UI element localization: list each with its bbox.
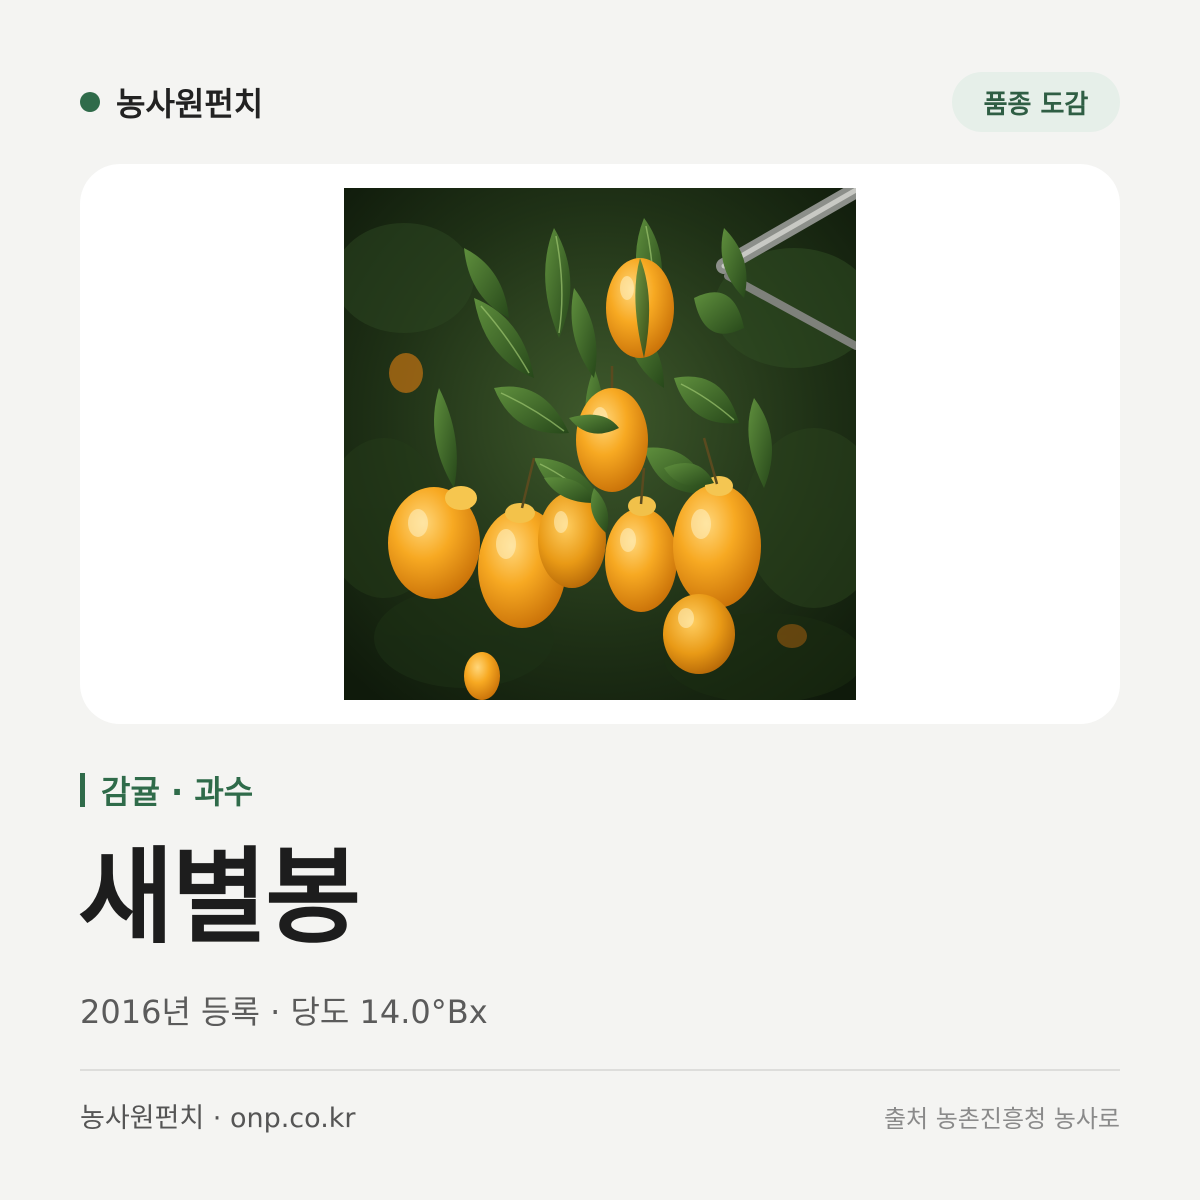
category-accent-bar xyxy=(80,773,85,807)
category-tag-pill[interactable]: 품종 도감 xyxy=(952,72,1120,132)
brand-dot-icon xyxy=(80,92,100,112)
footer-divider xyxy=(80,1069,1120,1071)
footer-brand-link[interactable]: 농사원펀치 · onp.co.kr xyxy=(80,1100,356,1138)
variety-name: 새별봉 xyxy=(78,836,361,958)
footer-source: 출처 농촌진흥청 농사로 xyxy=(883,1105,1120,1133)
brand: 농사원펀치 xyxy=(80,80,263,124)
category-label: 감귤 · 과수 xyxy=(80,770,254,811)
variety-details: 2016년 등록 · 당도 14.0°Bx xyxy=(80,993,488,1031)
brand-name: 농사원펀치 xyxy=(116,85,264,123)
category-text: 감귤 · 과수 xyxy=(101,773,254,811)
citrus-fruits-photo xyxy=(344,188,856,700)
photo-card xyxy=(80,164,1120,724)
